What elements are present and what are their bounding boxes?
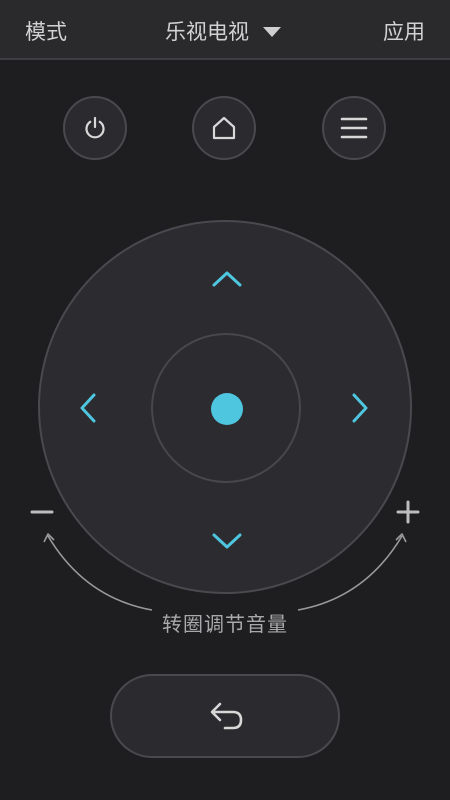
ok-dot [211,393,243,425]
back-arrow-icon [210,702,243,730]
menu-icon [340,117,368,139]
home-icon [212,116,236,140]
home-button[interactable] [192,96,256,160]
up-arrow-icon[interactable] [211,269,243,289]
ok-button[interactable] [151,333,301,483]
left-arrow-icon[interactable] [78,392,98,424]
volume-arc[interactable] [0,520,450,620]
caret-down-icon [263,27,281,37]
power-icon [85,116,105,139]
menu-button[interactable] [322,96,386,160]
volume-hint: 转圈调节音量 [162,612,288,636]
right-arrow-icon[interactable] [350,392,370,424]
top-bar: 模式 乐视电视 应用 [0,0,450,60]
apps-button[interactable]: 应用 [383,16,425,46]
device-selector[interactable]: 乐视电视 [165,16,281,46]
back-button[interactable] [110,674,340,758]
mode-button[interactable]: 模式 [25,16,67,46]
power-button[interactable] [63,96,127,160]
device-name: 乐视电视 [165,20,249,44]
